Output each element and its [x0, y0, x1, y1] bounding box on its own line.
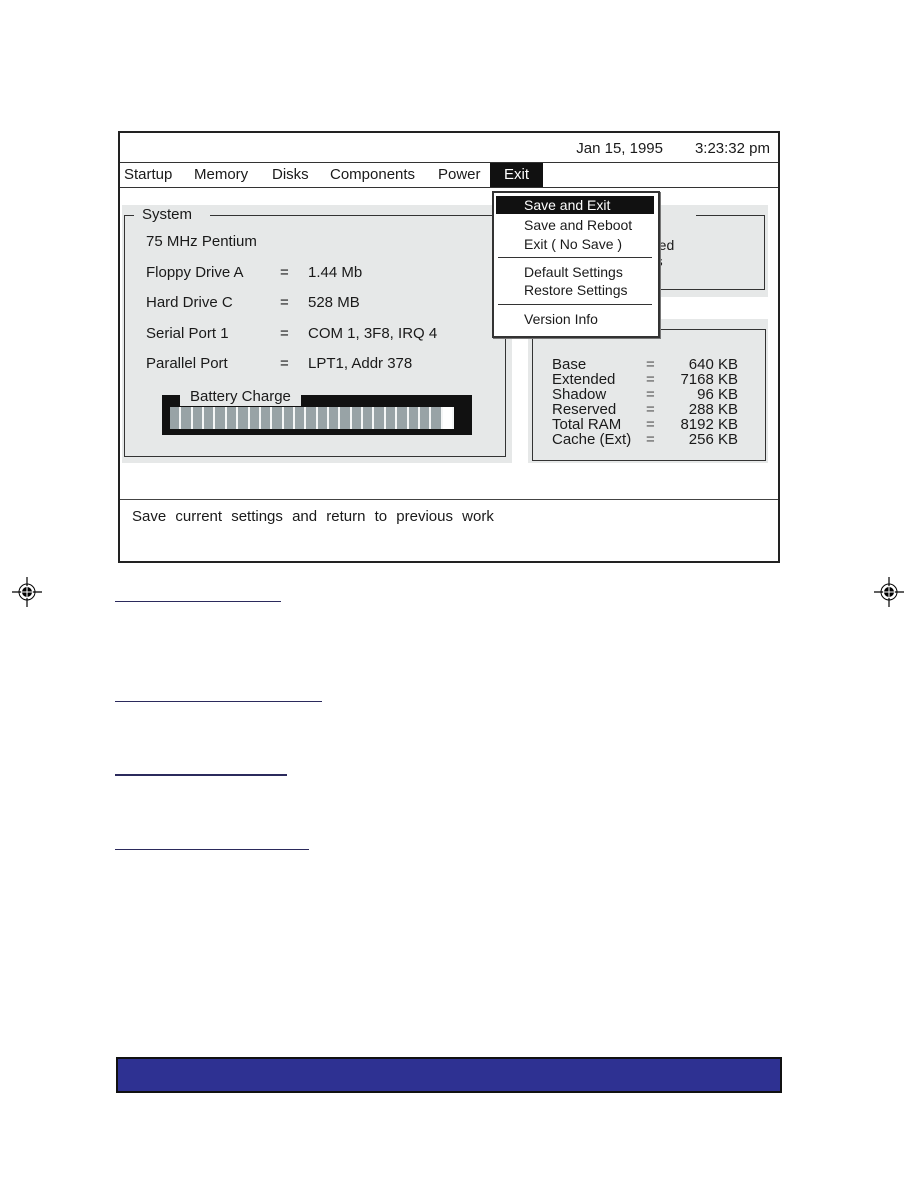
menu-item-version-info[interactable]: Version Info	[496, 310, 654, 328]
battery-segment-filled	[329, 407, 341, 429]
section-rule	[115, 849, 309, 850]
memory-row: Base = 640 KB	[552, 356, 738, 373]
menu-disks[interactable]: Disks	[268, 163, 313, 187]
menu-item-save-and-exit[interactable]: Save and Exit	[496, 196, 654, 214]
memory-base-value: 640 KB	[688, 356, 738, 373]
section-rule	[115, 774, 287, 776]
parallel-port-value: LPT1, Addr 378	[308, 355, 413, 372]
registration-mark-icon	[874, 577, 904, 607]
battery-segment-filled	[385, 407, 398, 429]
section-rule	[115, 601, 281, 602]
battery-segment-filled	[431, 407, 443, 429]
battery-segment-filled	[181, 407, 193, 429]
menu-separator	[498, 304, 652, 305]
memory-cache-value: 256 KB	[688, 431, 738, 448]
hard-drive-value: 528 MB	[308, 294, 360, 311]
memory-total-value: 8192 KB	[680, 416, 738, 433]
battery-segment-filled	[294, 407, 307, 429]
memory-extended-label: Extended	[552, 371, 616, 388]
bios-setup-screen: Jan 15, 1995 3:23:32 pm Startup Memory D…	[118, 131, 780, 563]
memory-row: Cache (Ext) = 256 KB	[552, 431, 738, 448]
hard-drive-eq: =	[280, 294, 289, 311]
section-rule	[115, 701, 322, 702]
serial-port-label: Serial Port 1	[146, 325, 229, 342]
date-display: Jan 15, 1995	[576, 140, 663, 157]
status-help-area: Save current settings and return to prev…	[120, 499, 778, 561]
battery-segment-filled	[170, 407, 182, 429]
floppy-value: 1.44 Mb	[308, 264, 363, 281]
floppy-eq: =	[280, 264, 289, 281]
parallel-port-label: Parallel Port	[146, 355, 228, 372]
battery-segment-filled	[340, 407, 352, 429]
menu-memory[interactable]: Memory	[190, 163, 252, 187]
memory-base-label: Base	[552, 356, 587, 373]
battery-segment-filled	[226, 407, 239, 429]
serial-port-eq: =	[280, 325, 289, 342]
battery-segment-filled	[317, 407, 330, 429]
registration-mark-icon	[12, 577, 42, 607]
memory-row: Total RAM = 8192 KB	[552, 416, 738, 433]
battery-segment-filled	[215, 407, 227, 429]
memory-row: Shadow = 96 KB	[552, 386, 738, 403]
battery-segment-filled	[238, 407, 250, 429]
memory-total-label: Total RAM	[552, 416, 622, 433]
system-panel: System 75 MHz Pentium Floppy Drive A = 1…	[122, 205, 512, 463]
menu-item-save-and-reboot[interactable]: Save and Reboot	[496, 216, 654, 234]
battery-charge-label: Battery Charge	[180, 389, 301, 406]
footer-banner	[116, 1057, 782, 1093]
battery-segment-filled	[363, 407, 375, 429]
battery-segment-empty	[442, 407, 454, 429]
memory-reserved-label: Reserved	[552, 401, 617, 418]
battery-segment-filled	[192, 407, 205, 429]
memory-panel: Base = 640 KB Extended = 7168 KB Shadow …	[528, 319, 768, 463]
memory-reserved-value: 288 KB	[688, 401, 738, 418]
battery-segment-filled	[408, 407, 420, 429]
exit-dropdown-menu: Save and Exit Save and Reboot Exit ( No …	[492, 191, 660, 338]
floppy-label: Floppy Drive A	[146, 264, 244, 281]
memory-shadow-value: 96 KB	[697, 386, 738, 403]
menu-item-default-settings[interactable]: Default Settings	[496, 263, 654, 281]
memory-row: Reserved = 288 KB	[552, 401, 738, 418]
time-display: 3:23:32 pm	[694, 140, 770, 157]
battery-charge-track	[170, 407, 454, 429]
menu-item-exit-no-save[interactable]: Exit ( No Save )	[496, 235, 654, 253]
menu-startup[interactable]: Startup	[120, 163, 176, 187]
status-help-text: Save current settings and return to prev…	[132, 508, 494, 525]
battery-charge-gauge: Battery Charge	[162, 389, 472, 435]
battery-segment-filled	[260, 407, 273, 429]
battery-segment-filled	[283, 407, 295, 429]
menu-item-restore-settings[interactable]: Restore Settings	[496, 281, 654, 299]
top-status-bar: Jan 15, 1995 3:23:32 pm	[120, 133, 778, 161]
memory-row: Extended = 7168 KB	[552, 371, 738, 388]
menu-components[interactable]: Components	[326, 163, 419, 187]
battery-segment-filled	[306, 407, 318, 429]
battery-segment-filled	[249, 407, 261, 429]
memory-cache-label: Cache (Ext)	[552, 431, 632, 448]
serial-port-value: COM 1, 3F8, IRQ 4	[308, 325, 438, 342]
menu-exit[interactable]: Exit	[490, 163, 544, 187]
menu-separator	[498, 257, 652, 258]
menu-bar: Startup Memory Disks Components Power Ex…	[120, 162, 778, 188]
battery-segment-filled	[397, 407, 409, 429]
battery-segment-filled	[272, 407, 284, 429]
menu-power[interactable]: Power	[434, 163, 485, 187]
battery-segment-filled	[351, 407, 364, 429]
cpu-info: 75 MHz Pentium	[146, 233, 257, 250]
battery-segment-filled	[204, 407, 216, 429]
battery-segment-filled	[419, 407, 432, 429]
system-panel-title: System	[136, 206, 199, 223]
memory-shadow-label: Shadow	[552, 386, 607, 403]
battery-segment-filled	[374, 407, 386, 429]
hard-drive-label: Hard Drive C	[146, 294, 233, 311]
memory-extended-value: 7168 KB	[680, 371, 738, 388]
parallel-port-eq: =	[280, 355, 289, 372]
